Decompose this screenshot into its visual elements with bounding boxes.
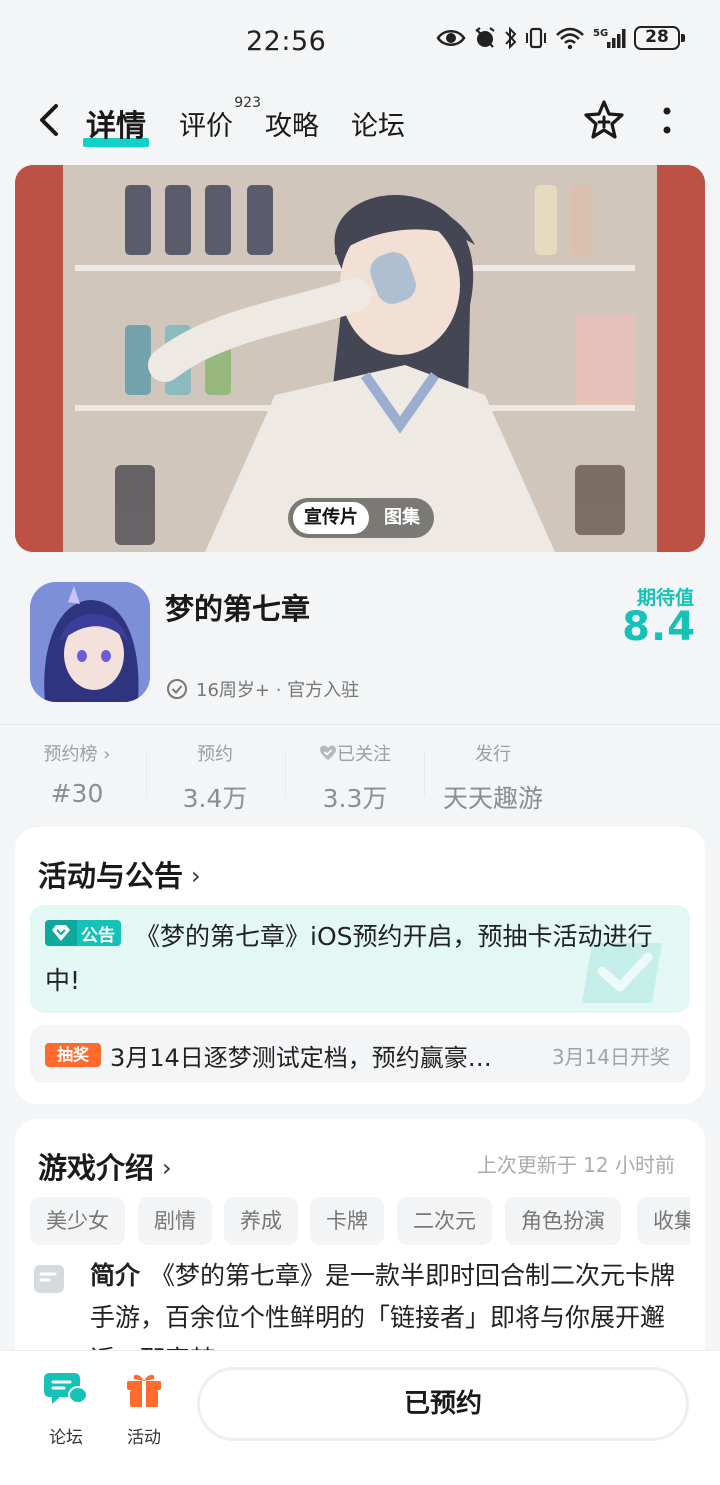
forum-label: 论坛 (49, 1428, 83, 1448)
stat-label: 发行 (475, 744, 511, 765)
svg-text:5G: 5G (593, 28, 608, 39)
stat-label: 预约榜 › (43, 744, 111, 765)
last-updated: 上次更新于 12 小时前 (476, 1153, 675, 1177)
tab-reviews-label: 评价 (179, 111, 233, 142)
lottery-item[interactable]: 抽奖 3月14日逐梦测试定档，预约赢豪… 3月14日开奖 (30, 1025, 690, 1083)
notice-item[interactable]: 《梦的第七章》iOS预约开启，预抽卡活动进行中! 公告 (30, 905, 690, 1013)
tab-guides[interactable]: 攻略 (265, 104, 319, 143)
lottery-tag: 抽奖 (45, 1043, 101, 1067)
activity-button[interactable]: 活动 (114, 1369, 174, 1448)
game-app-icon (30, 582, 150, 702)
stat-label: 已关注 (305, 740, 405, 766)
vibrate-icon (526, 27, 546, 49)
stat-divider (146, 752, 147, 798)
activities-card: 活动与公告 › 《梦的第七章》iOS预约开启，预抽卡活动进行中! 公告 抽奖 3月… (15, 827, 705, 1104)
game-meta: 16周岁+ · 官方入驻 (166, 676, 359, 702)
notice-tag: 公告 (45, 920, 121, 946)
stat-reserve-rank[interactable]: 预约榜 › #30 (30, 740, 124, 808)
battery-indicator: 28 (634, 26, 685, 50)
game-title: 梦的第七章 (165, 592, 311, 626)
tag-item[interactable]: 养成 (224, 1197, 298, 1245)
banner-artwork (15, 165, 705, 552)
top-nav: 详情 评价 923 攻略 论坛 (0, 90, 720, 150)
stat-value: #30 (50, 779, 104, 808)
tag-item[interactable]: 二次元 (397, 1197, 492, 1245)
reserved-button[interactable]: 已预约 (197, 1367, 689, 1441)
signal-5g-icon: 5G (593, 28, 626, 48)
bluetooth-icon (505, 26, 517, 50)
star-add-icon[interactable] (582, 98, 626, 142)
verified-check-icon (167, 679, 187, 699)
stat-label: 预约 (197, 744, 233, 765)
status-time: 22:56 (246, 26, 327, 57)
divider (0, 724, 720, 725)
age-rating-and-official: 16周岁+ · 官方入驻 (196, 680, 360, 701)
eye-icon (436, 30, 466, 46)
stat-divider (424, 752, 425, 798)
gift-icon (127, 1374, 161, 1407)
notice-text: 《梦的第七章》iOS预约开启，预抽卡活动进行中! (45, 922, 653, 995)
chat-bubble-icon (44, 1373, 88, 1404)
status-icons: 5G 28 (436, 26, 685, 50)
tab-details[interactable]: 详情 (83, 101, 149, 147)
tab-forum-label: 论坛 (351, 111, 405, 142)
stat-divider (285, 752, 286, 798)
summary-label: 简介 (90, 1261, 141, 1290)
tab-guides-label: 攻略 (265, 111, 319, 142)
tag-item[interactable]: 角色扮演 (505, 1197, 621, 1245)
bottom-action-bar: 论坛 活动 已预约 (0, 1350, 720, 1485)
tag-item[interactable]: 剧情 (138, 1197, 212, 1245)
tab-reviews[interactable]: 评价 923 (179, 95, 261, 143)
stat-publisher[interactable]: 发行 天天趣游 (440, 740, 546, 815)
more-vertical-icon[interactable] (655, 102, 679, 142)
tab-forum[interactable]: 论坛 (351, 104, 405, 143)
tag-list: 美少女 剧情 养成 卡牌 二次元 角色扮演 收集 (30, 1197, 690, 1247)
chevron-right-icon: › (191, 862, 201, 890)
tab-promo-video[interactable]: 宣传片 (293, 502, 369, 534)
chevron-right-icon: › (162, 1154, 172, 1182)
forum-button[interactable]: 论坛 (36, 1369, 96, 1448)
tab-details-label: 详情 (86, 109, 146, 144)
tag-item[interactable]: 卡牌 (310, 1197, 384, 1245)
alarm-off-icon (475, 27, 495, 48)
wifi-icon (556, 27, 584, 50)
activity-label: 活动 (127, 1428, 161, 1448)
stat-value: 3.3万 (322, 784, 388, 813)
back-arrow-icon[interactable] (30, 100, 70, 140)
lottery-date: 3月14日开奖 (551, 1045, 670, 1069)
stat-value: 天天趣游 (442, 784, 543, 813)
stat-value: 3.4万 (182, 784, 248, 813)
tab-gallery[interactable]: 图集 (378, 502, 426, 534)
summary-doc-icon (34, 1265, 64, 1293)
activities-title[interactable]: 活动与公告 › (38, 853, 201, 895)
expectation-score: 8.4 (622, 604, 696, 650)
reviews-count-badge: 923 (234, 95, 261, 111)
heart-check-icon (320, 745, 336, 760)
game-icon-art (30, 582, 150, 702)
tag-item[interactable]: 收集 (637, 1197, 690, 1245)
stat-reservations: 预约 3.4万 (170, 740, 260, 815)
lottery-text: 3月14日逐梦测试定档，预约赢豪… (110, 1044, 492, 1072)
tag-item[interactable]: 美少女 (30, 1197, 125, 1245)
status-bar: 22:56 5G 28 (0, 0, 720, 84)
stat-followers[interactable]: 已关注 3.3万 (305, 740, 405, 815)
promo-banner[interactable] (15, 165, 705, 552)
game-intro-title[interactable]: 游戏介绍 › (38, 1145, 172, 1187)
diamond-heart-icon (45, 920, 77, 946)
